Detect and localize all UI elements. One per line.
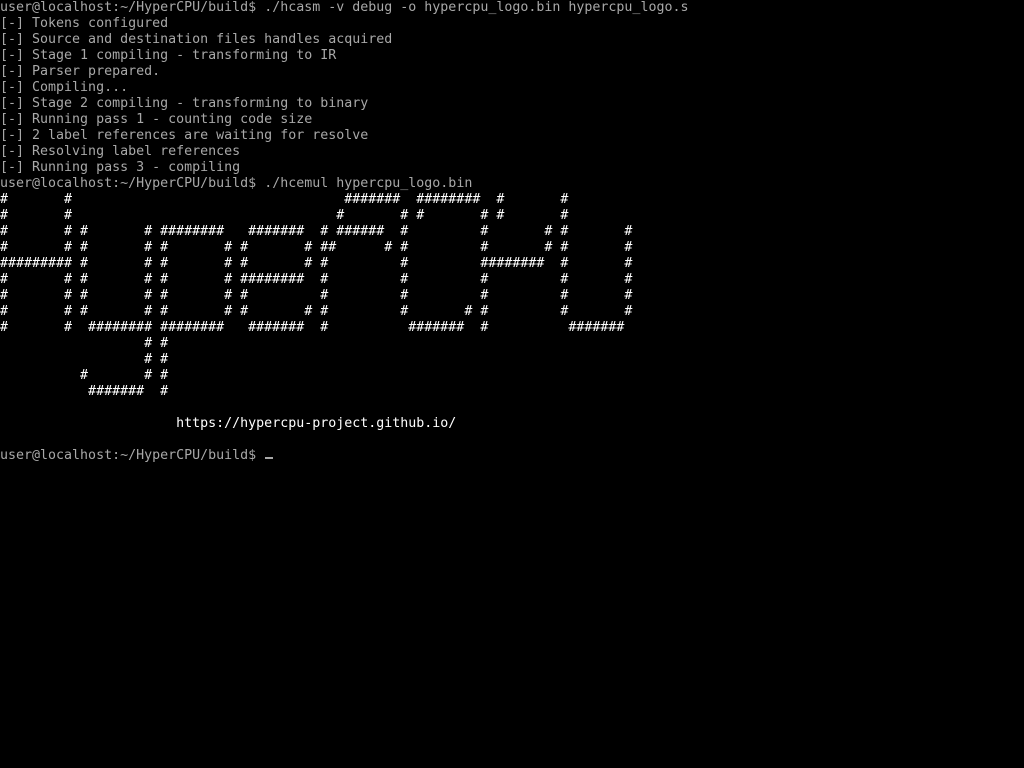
log-line: [-] Compiling... — [0, 80, 129, 95]
shell-prompt: user@localhost:~/HyperCPU/build$ — [0, 0, 265, 15]
log-line: [-] Stage 1 compiling - transforming to … — [0, 48, 337, 63]
log-line: [-] Resolving label references — [0, 144, 241, 159]
project-url: https://hypercpu-project.github.io/ — [0, 416, 1024, 432]
ascii-logo-line: # # # # # # # # — [0, 208, 569, 223]
ascii-logo-line: ######### # # # # # # # # ######## # # — [0, 256, 633, 271]
terminal-screen[interactable]: user@localhost:~/HyperCPU/build$ ./hcasm… — [0, 0, 1024, 768]
log-line: [-] Stage 2 compiling - transforming to … — [0, 96, 369, 111]
log-line: [-] Tokens configured — [0, 16, 169, 31]
ascii-logo-line: # # — [0, 336, 169, 351]
log-line: [-] Source and destination files handles… — [0, 32, 393, 47]
ascii-logo-line: # # — [0, 352, 169, 367]
shell-prompt: user@localhost:~/HyperCPU/build$ — [0, 176, 265, 191]
ascii-logo-line: # # # # # # ######## # # # # # — [0, 272, 633, 287]
log-line: [-] Running pass 1 - counting code size — [0, 112, 313, 127]
ascii-logo-line: # # # # ######## ####### # ###### # # # … — [0, 224, 633, 239]
command-text: ./hcasm -v debug -o hypercpu_logo.bin hy… — [264, 0, 689, 15]
ascii-logo-line: # # # # # # # # # # # # — [0, 288, 633, 303]
log-line: [-] 2 label references are waiting for r… — [0, 128, 369, 143]
active-prompt-line[interactable]: user@localhost:~/HyperCPU/build$ — [0, 448, 1024, 464]
ascii-logo-line: ####### # — [0, 384, 169, 399]
ascii-logo-line: # # # — [0, 368, 169, 383]
log-line: [-] Running pass 3 - compiling — [0, 160, 241, 175]
shell-prompt: user@localhost:~/HyperCPU/build$ — [0, 448, 265, 463]
project-url-text: https://hypercpu-project.github.io/ — [176, 416, 457, 431]
log-line: [-] Parser prepared. — [0, 64, 161, 79]
ascii-logo-line: # # ######## ######## ####### # ####### … — [0, 320, 625, 335]
ascii-logo-line: # # # # # # # # # # # # # # — [0, 304, 633, 319]
command-line-hcemul: user@localhost:~/HyperCPU/build$ ./hcemu… — [0, 176, 1024, 192]
command-line-hcasm: user@localhost:~/HyperCPU/build$ ./hcasm… — [0, 0, 1024, 16]
text-cursor — [265, 457, 274, 459]
command-text: ./hcemul hypercpu_logo.bin — [264, 176, 473, 191]
ascii-logo-line: # # ####### ######## # # — [0, 192, 569, 207]
ascii-logo-line: # # # # # # # # ## # # # # # # — [0, 240, 633, 255]
